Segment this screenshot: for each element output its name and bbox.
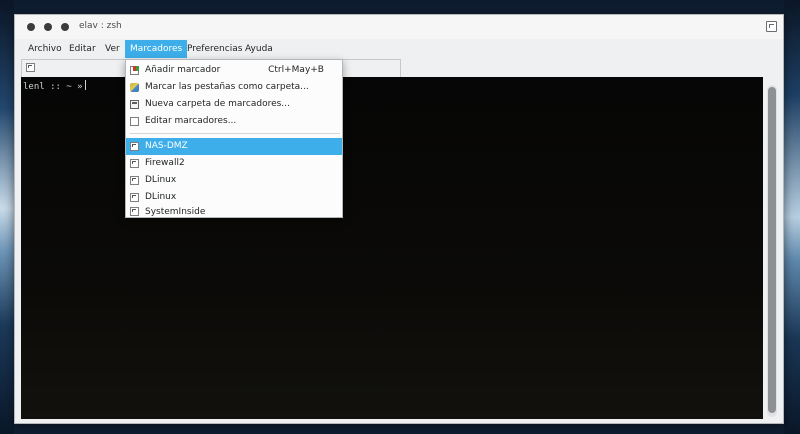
prompt-text: lenl :: ~ » — [23, 82, 83, 92]
titlebar[interactable]: elav : zsh — [15, 15, 783, 39]
menu-ver[interactable]: Ver — [100, 40, 125, 58]
menu-editar[interactable]: Editar — [64, 40, 101, 58]
bookmark-label: SystemInside — [145, 207, 206, 217]
terminal-icon — [130, 176, 139, 185]
bookmark-label: DLinux — [145, 175, 177, 185]
add-bookmark-item[interactable]: Añadir marcador Ctrl+May+B — [126, 62, 342, 79]
bookmarks-dropdown-menu: Añadir marcador Ctrl+May+B Marcar las pe… — [125, 59, 343, 218]
bookmark-item-firewall2[interactable]: Firewall2 — [126, 155, 342, 172]
terminal-prompt: lenl :: ~ » — [23, 80, 86, 92]
menu-ayuda[interactable]: Ayuda — [240, 40, 278, 58]
terminal-icon — [130, 142, 139, 151]
new-bookmark-folder-item[interactable]: Nueva carpeta de marcadores... — [126, 96, 342, 113]
close-window-button[interactable] — [27, 23, 35, 31]
add-bookmark-label: Añadir marcador — [145, 65, 221, 75]
new-bookmark-folder-label: Nueva carpeta de marcadores... — [145, 99, 290, 109]
window-menu-icon[interactable] — [766, 21, 777, 32]
desktop-wallpaper-right — [784, 0, 800, 434]
terminal-tab-icon — [26, 63, 35, 72]
bookmark-item-nas-dmz[interactable]: NAS-DMZ — [126, 138, 342, 155]
bookmark-add-icon — [130, 66, 139, 75]
bookmark-tabs-icon — [130, 83, 139, 92]
menu-marcadores[interactable]: Marcadores — [125, 40, 188, 58]
new-folder-icon — [130, 100, 139, 109]
bookmark-label: DLinux — [145, 192, 177, 202]
bookmark-item-systeminside[interactable]: SystemInside — [126, 206, 342, 218]
menu-archivo[interactable]: Archivo — [23, 40, 67, 58]
minimize-window-button[interactable] — [44, 23, 52, 31]
bookmark-item-dlinux[interactable]: DLinux — [126, 172, 342, 189]
text-cursor — [84, 80, 86, 90]
add-bookmark-shortcut: Ctrl+May+B — [268, 65, 324, 75]
window-title: elav : zsh — [79, 21, 122, 31]
bookmark-tabs-folder-item[interactable]: Marcar las pestañas como carpeta... — [126, 79, 342, 96]
konsole-window: elav : zsh Archivo Editar Ver Marcadores… — [14, 14, 784, 424]
maximize-window-button[interactable] — [61, 23, 69, 31]
menu-separator — [130, 133, 340, 134]
menu-preferencias[interactable]: Preferencias — [182, 40, 247, 58]
edit-bookmarks-label: Editar marcadores... — [145, 116, 237, 126]
edit-bookmarks-item[interactable]: Editar marcadores... — [126, 113, 342, 130]
bookmark-item-dlinux-2[interactable]: DLinux — [126, 189, 342, 206]
edit-bookmarks-icon — [130, 117, 139, 126]
terminal-icon — [130, 193, 139, 202]
bookmark-label: NAS-DMZ — [145, 141, 188, 151]
menubar: Archivo Editar Ver Marcadores Preferenci… — [15, 39, 783, 59]
terminal-icon — [130, 207, 139, 216]
terminal-scrollbar[interactable] — [767, 85, 777, 417]
terminal-icon — [130, 159, 139, 168]
bookmark-tabs-label: Marcar las pestañas como carpeta... — [145, 82, 309, 92]
scrollbar-thumb[interactable] — [768, 87, 776, 413]
bookmark-label: Firewall2 — [145, 158, 185, 168]
desktop-wallpaper-left — [0, 0, 14, 434]
